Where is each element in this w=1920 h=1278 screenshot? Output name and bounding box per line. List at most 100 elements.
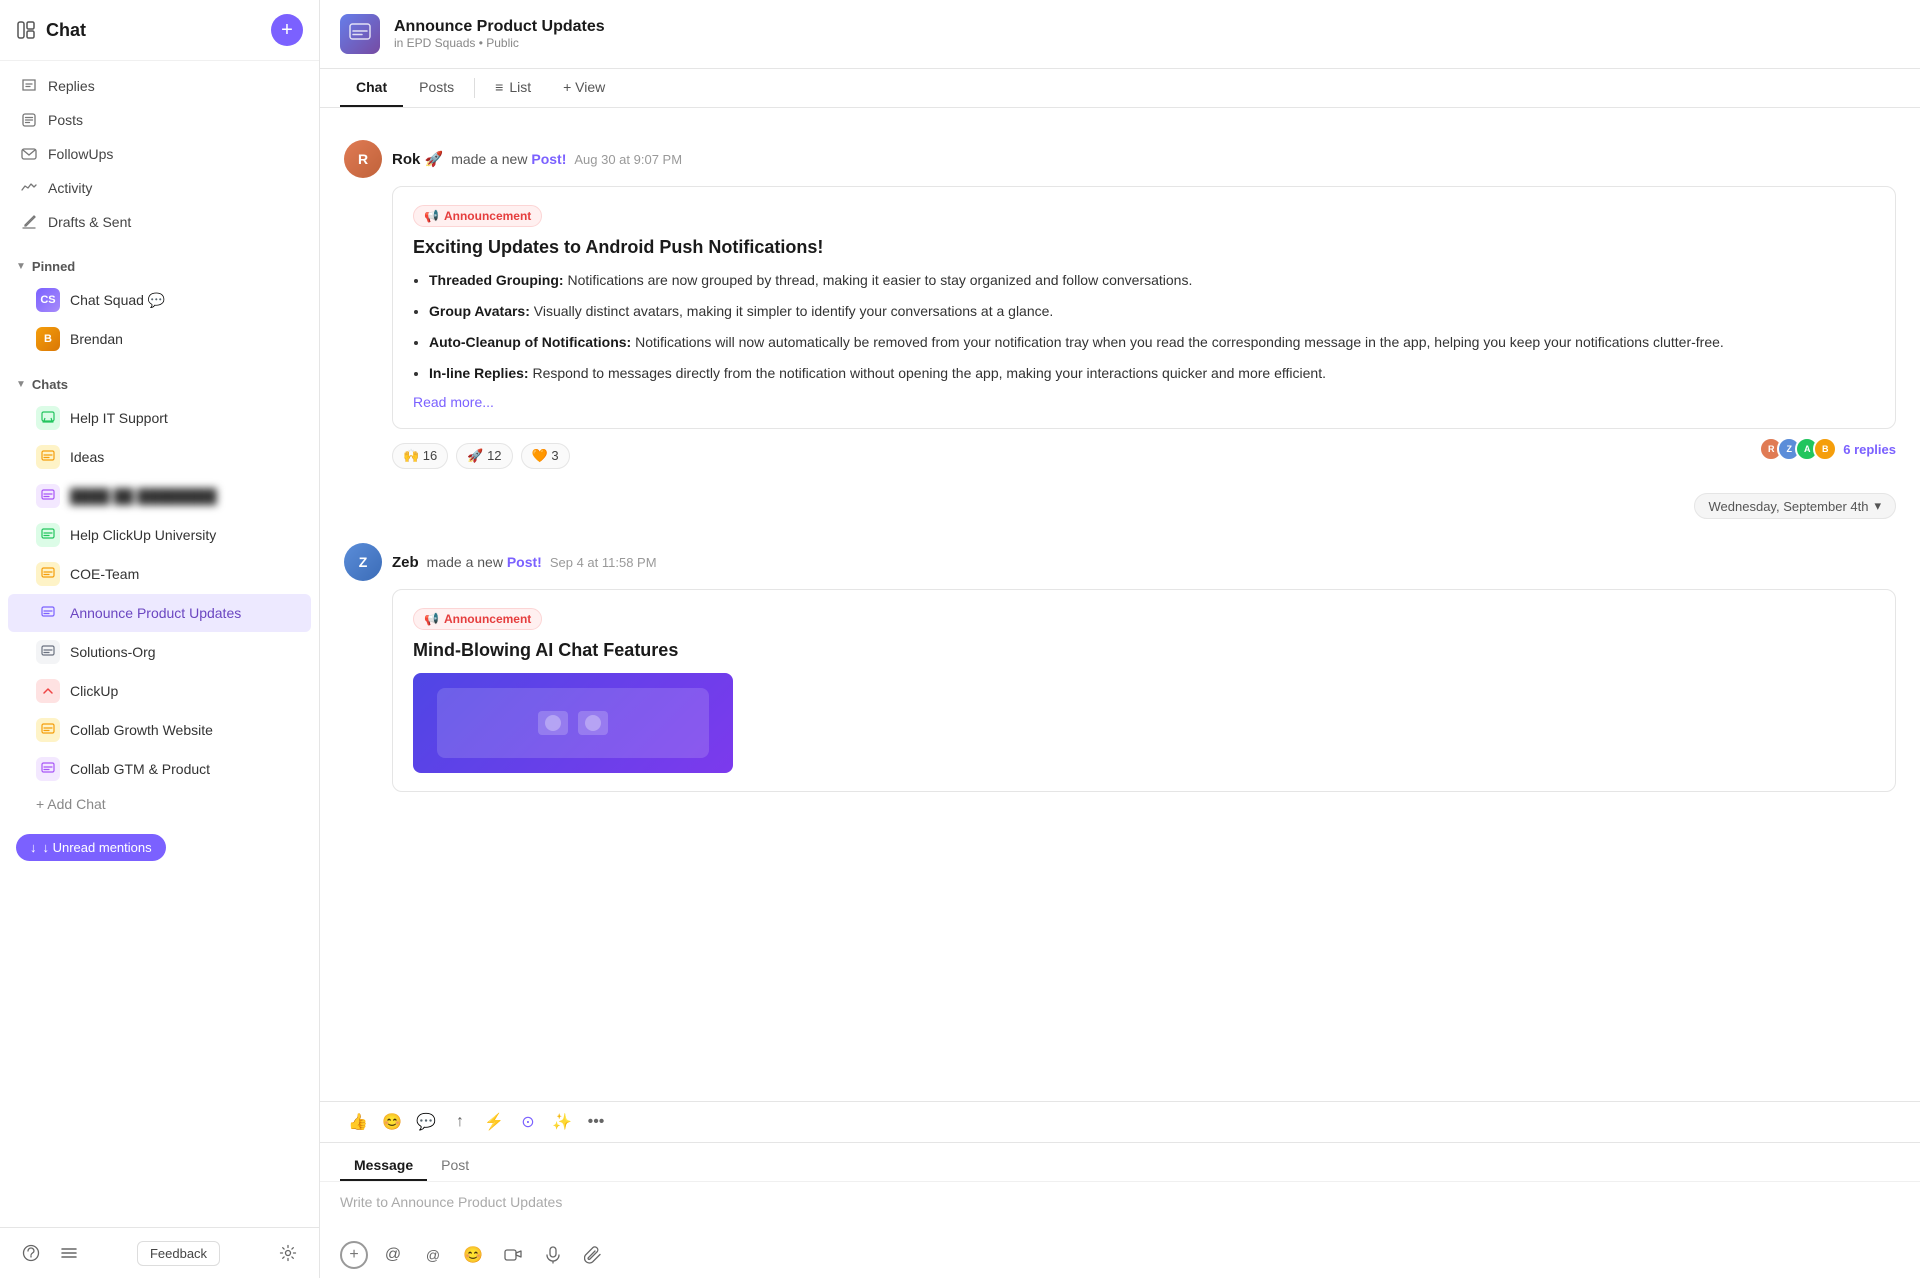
read-more-link-1[interactable]: Read more... — [413, 394, 1875, 410]
tab-view[interactable]: + View — [547, 69, 621, 107]
date-badge[interactable]: Wednesday, September 4th ▾ — [1694, 493, 1896, 519]
sidebar-item-drafts[interactable]: Drafts & Sent — [0, 205, 319, 239]
sidebar-item-followups[interactable]: FollowUps — [0, 137, 319, 171]
pinned-section: ▼ Pinned CS Chat Squad 💬 B Brendan — [0, 247, 319, 365]
add-chat-label: + Add Chat — [36, 796, 106, 812]
composer-attach-button[interactable] — [578, 1240, 608, 1270]
sidebar-item-announce-product[interactable]: Announce Product Updates — [8, 594, 311, 632]
reaction-btn-rocket[interactable]: 🚀 12 — [456, 443, 512, 469]
sidebar: Chat + Replies Posts Follo — [0, 0, 320, 1278]
blurred-label: ████ ██ ████████ — [70, 488, 217, 504]
sidebar-item-brendan[interactable]: B Brendan — [8, 320, 311, 358]
tab-chat[interactable]: Chat — [340, 69, 403, 107]
toolbar-sparkle[interactable]: ✨ — [548, 1108, 576, 1136]
toolbar-thumbsup[interactable]: 👍 — [344, 1108, 372, 1136]
reaction-btn-clap[interactable]: 🙌 16 — [392, 443, 448, 469]
composer-emoji-button[interactable]: 😊 — [458, 1240, 488, 1270]
sidebar-item-solutions-org[interactable]: Solutions-Org — [8, 633, 311, 671]
sidebar-item-replies[interactable]: Replies — [0, 69, 319, 103]
user-avatar-zeb: Z — [344, 543, 382, 581]
composer-add-button[interactable]: + — [340, 1241, 368, 1269]
reply-avatars-1: R Z A B — [1765, 437, 1837, 461]
list-icon: ≡ — [495, 79, 503, 95]
brendan-avatar: B — [36, 327, 60, 351]
clickup-label: ClickUp — [70, 683, 118, 699]
composer-actions: + @ @ 😊 — [320, 1232, 1920, 1278]
help-it-icon — [36, 406, 60, 430]
add-chat-item[interactable]: + Add Chat — [8, 789, 311, 819]
unread-mentions-button[interactable]: ↓ ↓ Unread mentions — [16, 834, 166, 861]
sidebar-toggle-icon[interactable] — [16, 20, 36, 40]
sidebar-item-posts[interactable]: Posts — [0, 103, 319, 137]
composer-mic-button[interactable] — [538, 1240, 568, 1270]
sidebar-title: Chat — [16, 20, 86, 41]
sidebar-item-blurred[interactable]: ████ ██ ████████ — [8, 477, 311, 515]
sidebar-item-collab-gtm[interactable]: Collab GTM & Product — [8, 750, 311, 788]
menu-icon[interactable] — [54, 1238, 84, 1268]
toolbar-emoji[interactable]: 😊 — [378, 1108, 406, 1136]
announcement-text-2: Announcement — [444, 612, 531, 626]
message-meta-2: Zeb made a new Post! Sep 4 at 11:58 PM — [392, 554, 657, 571]
followups-label: FollowUps — [48, 146, 113, 162]
help-it-label: Help IT Support — [70, 410, 168, 426]
announcement-badge-1: 📢 Announcement — [413, 205, 542, 227]
unread-mentions-label: ↓ Unread mentions — [43, 840, 152, 855]
announcement-icon: 📢 — [424, 209, 439, 223]
sidebar-item-help-clickup[interactable]: Help ClickUp University — [8, 516, 311, 554]
toolbar-share[interactable]: ↑ — [446, 1108, 474, 1136]
sidebar-header: Chat + — [0, 0, 319, 61]
pinned-section-header[interactable]: ▼ Pinned — [0, 253, 319, 280]
reply-avatar: B — [1813, 437, 1837, 461]
coe-label: COE-Team — [70, 566, 139, 582]
composer-placeholder: Write to Announce Product Updates — [340, 1194, 562, 1210]
message-meta-1: Rok 🚀 made a new Post! Aug 30 at 9:07 PM — [392, 150, 682, 168]
post-card-1: 📢 Announcement Exciting Updates to Andro… — [392, 186, 1896, 429]
solutions-label: Solutions-Org — [70, 644, 156, 660]
composer-video-button[interactable] — [498, 1240, 528, 1270]
toolbar-more[interactable]: ••• — [582, 1108, 610, 1136]
composer-tab-message[interactable]: Message — [340, 1151, 427, 1181]
settings-gear-icon[interactable] — [273, 1238, 303, 1268]
composer-tab-post[interactable]: Post — [427, 1151, 483, 1181]
toolbar-lightning[interactable]: ⚡ — [480, 1108, 508, 1136]
composer-mention-button[interactable]: @ — [378, 1240, 408, 1270]
reactions-1: 🙌 16 🚀 12 🧡 3 — [392, 443, 570, 469]
sidebar-item-help-it-support[interactable]: Help IT Support — [8, 399, 311, 437]
chats-section-header[interactable]: ▼ Chats — [0, 371, 319, 398]
solutions-icon — [36, 640, 60, 664]
list-item: Group Avatars: Visually distinct avatars… — [429, 301, 1875, 322]
collab-gtm-label: Collab GTM & Product — [70, 761, 210, 777]
sidebar-footer: Feedback — [0, 1227, 319, 1278]
toolbar-chat[interactable]: 💬 — [412, 1108, 440, 1136]
replies-section-1: R Z A B 6 replies — [1765, 437, 1896, 461]
post-list-1: Threaded Grouping: Notifications are now… — [413, 270, 1875, 384]
reaction-btn-heart[interactable]: 🧡 3 — [521, 443, 570, 469]
tab-posts[interactable]: Posts — [403, 69, 470, 107]
list-item: In-line Replies: Respond to messages dir… — [429, 363, 1875, 384]
tab-list[interactable]: ≡ List — [479, 69, 547, 107]
replies-icon — [20, 77, 38, 95]
sidebar-item-ideas[interactable]: Ideas — [8, 438, 311, 476]
feedback-button[interactable]: Feedback — [137, 1241, 220, 1266]
sidebar-item-collab-growth[interactable]: Collab Growth Website — [8, 711, 311, 749]
posts-label: Posts — [48, 112, 83, 128]
collab-gtm-icon — [36, 757, 60, 781]
post-image — [413, 673, 733, 773]
replies-count-1[interactable]: 6 replies — [1843, 442, 1896, 457]
sidebar-item-coe-team[interactable]: COE-Team — [8, 555, 311, 593]
composer-input-area[interactable]: Write to Announce Product Updates — [320, 1182, 1920, 1232]
ideas-label: Ideas — [70, 449, 104, 465]
add-button[interactable]: + — [271, 14, 303, 46]
chats-arrow-icon: ▼ — [16, 379, 26, 390]
help-icon[interactable] — [16, 1238, 46, 1268]
post-badge-1: Post! — [531, 151, 566, 167]
chats-section: ▼ Chats Help IT Support Ideas ████ █ — [0, 365, 319, 826]
channel-avatar — [340, 14, 380, 54]
toolbar-circle[interactable]: ⊙ — [514, 1108, 542, 1136]
unread-mentions-wrapper: ↓ ↓ Unread mentions — [0, 826, 319, 869]
drafts-icon — [20, 213, 38, 231]
sidebar-item-clickup[interactable]: ClickUp — [8, 672, 311, 710]
sidebar-item-activity[interactable]: Activity — [0, 171, 319, 205]
composer-tag-button[interactable]: @ — [418, 1240, 448, 1270]
sidebar-item-chat-squad[interactable]: CS Chat Squad 💬 — [8, 281, 311, 319]
